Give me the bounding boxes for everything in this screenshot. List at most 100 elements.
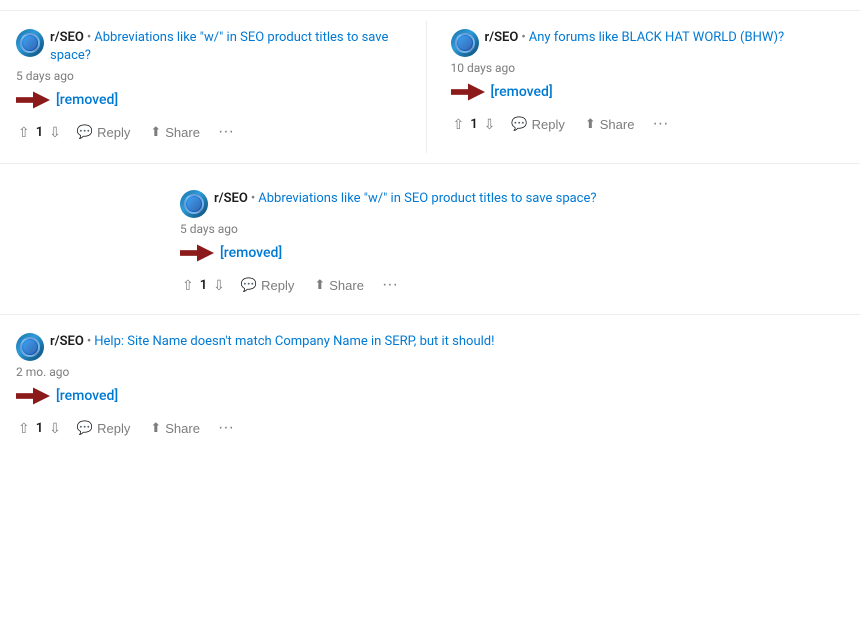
middle-section: r/SEO•Abbreviations like "w/" in SEO pro… (0, 174, 860, 315)
downvote-button-left[interactable]: ⇩ (47, 122, 63, 143)
bottom-section: r/SEO•Help: Site Name doesn't match Comp… (0, 325, 860, 449)
share-icon-middle: ⬆ (314, 277, 325, 293)
post-title-left[interactable]: Abbreviations like "w/" in SEO product t… (50, 30, 388, 63)
upvote-icon-bottom: ⇧ (18, 420, 30, 437)
post-header-bottom: r/SEO•Help: Site Name doesn't match Comp… (16, 333, 844, 361)
subreddit-bottom[interactable]: r/SEO (50, 334, 84, 349)
vote-group-middle: ⇧ 1 ⇩ (180, 275, 227, 296)
more-button-left[interactable]: ··· (214, 119, 238, 145)
removed-text-right: [removed] (491, 84, 553, 100)
downvote-icon-middle: ⇩ (213, 277, 225, 294)
share-label-right: Share (600, 117, 635, 132)
reply-button-middle[interactable]: 💬 Reply (235, 273, 300, 297)
share-label-left: Share (165, 125, 200, 140)
removed-row-bottom: [removed] (16, 385, 844, 407)
post-title-middle[interactable]: Abbreviations like "w/" in SEO product t… (258, 191, 596, 206)
removed-text-middle: [removed] (220, 245, 282, 261)
action-bar-right: ⇧ 1 ⇩ 💬 Reply ⬆ Share ··· (451, 111, 845, 137)
post-header-middle: r/SEO•Abbreviations like "w/" in SEO pro… (180, 190, 844, 218)
share-icon-bottom: ⬆ (150, 420, 161, 436)
more-button-middle[interactable]: ··· (378, 272, 402, 298)
middle-inner: r/SEO•Abbreviations like "w/" in SEO pro… (0, 182, 860, 306)
reply-button-left[interactable]: 💬 Reply (71, 120, 136, 144)
vote-group-left: ⇧ 1 ⇩ (16, 122, 63, 143)
dot-middle: • (251, 191, 255, 206)
upvote-button-middle[interactable]: ⇧ (180, 275, 196, 296)
downvote-icon-bottom: ⇩ (49, 420, 61, 437)
upvote-button-bottom[interactable]: ⇧ (16, 418, 32, 439)
top-divider (0, 10, 860, 11)
more-button-bottom[interactable]: ··· (214, 415, 238, 441)
timestamp-left: 5 days ago (16, 69, 410, 83)
vote-count-middle: 1 (200, 278, 207, 293)
vote-count-left: 1 (36, 125, 43, 140)
arrow-icon-bottom (16, 385, 50, 407)
share-button-left[interactable]: ⬆ Share (144, 120, 206, 144)
upvote-icon-middle: ⇧ (182, 277, 194, 294)
removed-row-right: [removed] (451, 81, 845, 103)
more-button-right[interactable]: ··· (648, 111, 672, 137)
vote-group-bottom: ⇧ 1 ⇩ (16, 418, 63, 439)
post-title-right[interactable]: Any forums like BLACK HAT WORLD (BHW)? (529, 30, 784, 45)
action-bar-left: ⇧ 1 ⇩ 💬 Reply ⬆ Share ··· (16, 119, 410, 145)
removed-row-middle: [removed] (180, 242, 844, 264)
timestamp-bottom: 2 mo. ago (16, 365, 844, 379)
reply-label-left: Reply (97, 125, 130, 140)
upvote-button-right[interactable]: ⇧ (451, 114, 467, 135)
action-bar-middle: ⇧ 1 ⇩ 💬 Reply ⬆ Share ··· (180, 272, 844, 298)
timestamp-middle: 5 days ago (180, 222, 844, 236)
reply-label-middle: Reply (261, 278, 294, 293)
removed-text-bottom: [removed] (56, 388, 118, 404)
left-column: r/SEO•Abbreviations like "w/" in SEO pro… (0, 21, 427, 153)
dot-bottom: • (87, 334, 91, 349)
arrow-icon-right (451, 81, 485, 103)
post-meta-middle: r/SEO•Abbreviations like "w/" in SEO pro… (214, 190, 597, 208)
downvote-button-bottom[interactable]: ⇩ (47, 418, 63, 439)
post-meta-right: r/SEO• Any forums like BLACK HAT WORLD (B… (485, 29, 785, 47)
removed-text-left: [removed] (56, 92, 118, 108)
post-header-left: r/SEO•Abbreviations like "w/" in SEO pro… (16, 29, 410, 65)
right-column: r/SEO• Any forums like BLACK HAT WORLD (B… (427, 21, 860, 153)
arrow-icon-left (16, 89, 50, 111)
post-meta-left: r/SEO•Abbreviations like "w/" in SEO pro… (50, 29, 410, 65)
downvote-icon-left: ⇩ (49, 124, 61, 141)
downvote-button-middle[interactable]: ⇩ (211, 275, 227, 296)
subreddit-left[interactable]: r/SEO (50, 30, 84, 45)
share-icon-left: ⬆ (150, 124, 161, 140)
post-meta-bottom: r/SEO•Help: Site Name doesn't match Comp… (50, 333, 494, 351)
post-title-bottom[interactable]: Help: Site Name doesn't match Company Na… (94, 334, 494, 349)
subreddit-right[interactable]: r/SEO (485, 30, 519, 45)
reply-icon-left: 💬 (77, 124, 93, 140)
vote-count-right: 1 (470, 117, 477, 132)
dot-right: • (521, 30, 525, 45)
reply-label-bottom: Reply (97, 421, 130, 436)
dot-left: • (87, 30, 91, 45)
share-button-bottom[interactable]: ⬆ Share (144, 416, 206, 440)
avatar-middle (180, 190, 208, 218)
avatar-right (451, 29, 479, 57)
reply-icon-right: 💬 (511, 116, 527, 132)
share-icon-right: ⬆ (585, 116, 596, 132)
upvote-icon-left: ⇧ (18, 124, 30, 141)
upvote-icon-right: ⇧ (453, 116, 465, 133)
removed-row-left: [removed] (16, 89, 410, 111)
reply-icon-bottom: 💬 (77, 420, 93, 436)
downvote-button-right[interactable]: ⇩ (482, 114, 498, 135)
arrow-icon-middle (180, 242, 214, 264)
post-header-right: r/SEO• Any forums like BLACK HAT WORLD (B… (451, 29, 845, 57)
timestamp-right: 10 days ago (451, 61, 845, 75)
avatar-left (16, 29, 44, 57)
reply-icon-middle: 💬 (241, 277, 257, 293)
action-bar-bottom: ⇧ 1 ⇩ 💬 Reply ⬆ Share ··· (16, 415, 844, 441)
share-button-right[interactable]: ⬆ Share (579, 112, 641, 136)
vote-count-bottom: 1 (36, 421, 43, 436)
downvote-icon-right: ⇩ (484, 116, 496, 133)
share-button-middle[interactable]: ⬆ Share (308, 273, 370, 297)
reply-button-bottom[interactable]: 💬 Reply (71, 416, 136, 440)
subreddit-middle[interactable]: r/SEO (214, 191, 248, 206)
reply-label-right: Reply (532, 117, 565, 132)
avatar-bottom (16, 333, 44, 361)
vote-group-right: ⇧ 1 ⇩ (451, 114, 498, 135)
reply-button-right[interactable]: 💬 Reply (505, 112, 570, 136)
upvote-button-left[interactable]: ⇧ (16, 122, 32, 143)
